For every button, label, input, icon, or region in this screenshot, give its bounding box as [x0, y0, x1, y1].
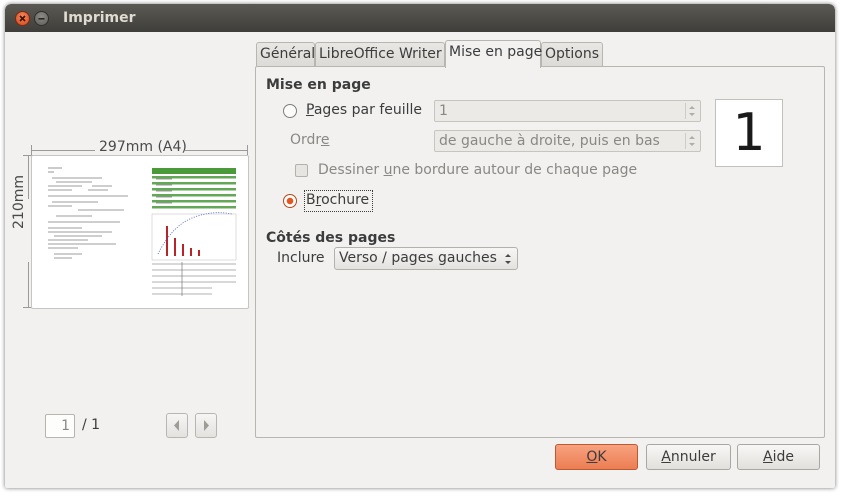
preview-width-label: 297mm (A4) — [99, 139, 187, 155]
pages-per-sheet-value: 1 — [439, 103, 448, 119]
order-select[interactable]: de gauche à droite, puis en bas — [434, 130, 701, 152]
dimension-line — [185, 150, 247, 151]
order-label: Ordre — [290, 132, 330, 148]
help-button[interactable]: Aide — [737, 444, 820, 470]
print-dialog: Imprimer 297mm (A4) 210mm 1 / 1 Général … — [5, 4, 835, 488]
titlebar: Imprimer — [5, 4, 835, 32]
include-select[interactable]: Verso / pages gauches — [334, 247, 518, 270]
pages-per-sheet-radio[interactable] — [283, 104, 297, 118]
section-heading-sides: Côtés des pages — [266, 230, 396, 246]
previous-page-button[interactable] — [166, 413, 188, 438]
window-title: Imprimer — [63, 10, 136, 26]
dimension-line — [31, 150, 95, 151]
next-page-button[interactable] — [195, 413, 217, 438]
cancel-button[interactable]: Annuler — [646, 444, 731, 470]
arrow-left-icon — [174, 420, 179, 431]
minimize-icon[interactable] — [34, 11, 49, 26]
border-checkbox-label: Dessiner une bordure autour de chaque pa… — [318, 162, 638, 178]
section-heading-layout: Mise en page — [266, 77, 371, 93]
preview-height-label: 210mm — [11, 175, 27, 229]
tab-general[interactable]: Général — [256, 42, 315, 66]
page-number-input[interactable]: 1 — [45, 414, 75, 438]
close-icon[interactable] — [15, 11, 30, 26]
arrow-right-icon — [204, 420, 209, 431]
page-preview-thumbnail — [48, 167, 237, 296]
tab-options[interactable]: Options — [541, 42, 603, 66]
pages-count-display: 1 — [715, 99, 783, 167]
spin-arrows-icon — [505, 254, 511, 264]
pages-per-sheet-label: Pages par feuille — [306, 102, 423, 118]
tab-mise-en-page[interactable]: Mise en page — [445, 40, 542, 68]
border-checkbox[interactable] — [295, 164, 308, 177]
pages-per-sheet-spinbox[interactable]: 1 — [434, 100, 701, 122]
page-total-label: / 1 — [82, 417, 101, 433]
include-value: Verso / pages gauches — [339, 250, 497, 266]
order-value: de gauche à droite, puis en bas — [439, 133, 660, 149]
dimension-line — [28, 155, 29, 199]
page-preview — [31, 155, 249, 309]
dimension-tick — [31, 145, 32, 155]
brochure-label: Brochure — [306, 192, 370, 208]
tab-libreoffice-writer[interactable]: LibreOffice Writer — [315, 42, 445, 66]
dimension-tick — [247, 145, 248, 155]
spin-arrows-icon — [685, 133, 695, 149]
brochure-radio[interactable] — [283, 194, 297, 208]
include-label: Inclure — [277, 250, 325, 266]
dimension-line — [28, 262, 29, 308]
ok-button[interactable]: OK — [555, 444, 638, 470]
spin-arrows-icon — [685, 103, 695, 119]
